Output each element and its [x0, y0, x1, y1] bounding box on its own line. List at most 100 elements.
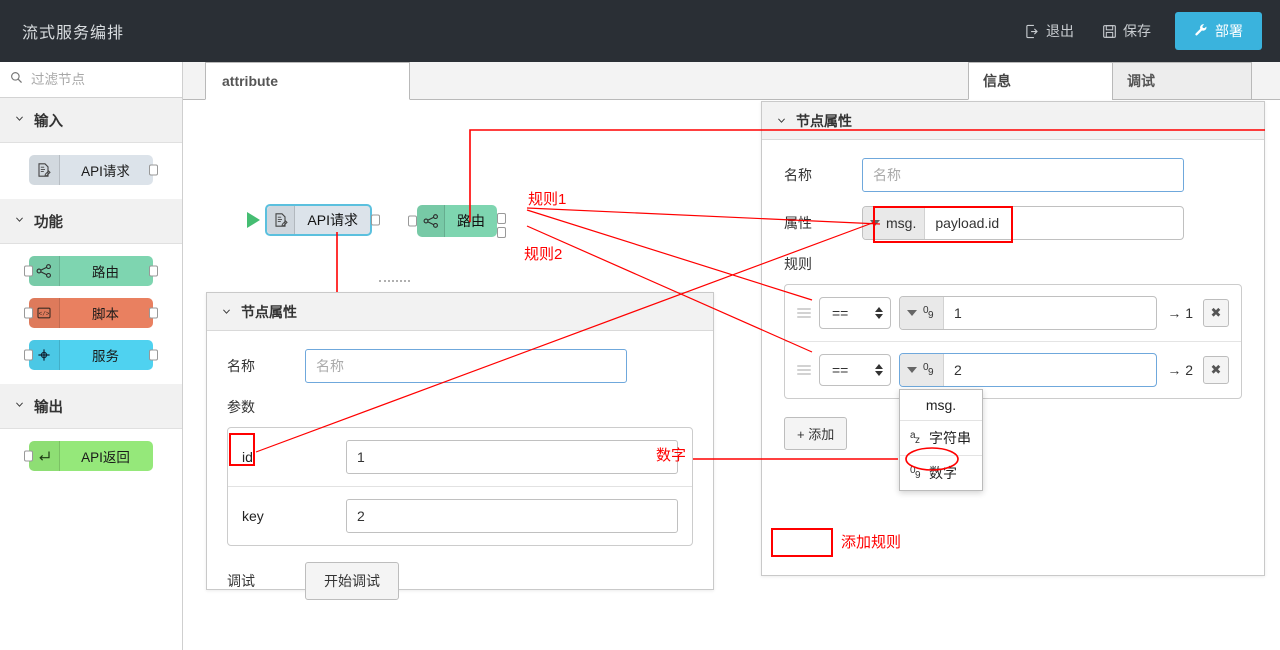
- category-label: 功能: [34, 214, 63, 231]
- flow-node-label: 路由: [457, 213, 485, 229]
- type-dropdown-menu[interactable]: msg. az 字符串 09 数字: [899, 389, 983, 491]
- left-name-row: 名称: [227, 349, 693, 383]
- param-value-key[interactable]: [346, 499, 678, 533]
- rule-value-input-1[interactable]: [944, 297, 1157, 329]
- filter-input[interactable]: [29, 71, 169, 88]
- sidebar-category-output[interactable]: 输出: [0, 384, 182, 429]
- left-name-label: 名称: [227, 358, 255, 374]
- spinner-icon: [875, 364, 883, 376]
- rule-value-input-2[interactable]: [944, 354, 1157, 386]
- rule-drag-handle[interactable]: [797, 365, 811, 375]
- left-params-label: 参数: [227, 399, 255, 415]
- sidebar-category-input-body: API请求: [0, 143, 182, 199]
- palette-node-api-response[interactable]: API返回: [24, 441, 153, 471]
- palette-node-label: 脚本: [92, 307, 119, 322]
- node-output-port[interactable]: [149, 307, 158, 319]
- floppy-disk-icon: [1102, 24, 1117, 39]
- palette-node-route[interactable]: 路由: [24, 256, 158, 286]
- rule-type-dropdown-1[interactable]: 09: [900, 297, 944, 329]
- property-typed-input[interactable]: msg.: [862, 206, 1184, 240]
- node-output-port-1[interactable]: [497, 213, 506, 224]
- tab-debug[interactable]: 调试: [1112, 62, 1252, 100]
- rule-delete-button-1[interactable]: ✖: [1203, 299, 1229, 327]
- node-output-port[interactable]: [149, 164, 158, 176]
- dropdown-item-number[interactable]: 09 数字: [900, 455, 982, 490]
- rules-box: == 09 → 1 ✖: [784, 284, 1242, 491]
- rule-value-typed-input-2[interactable]: 09 msg. az 字符串: [899, 353, 1158, 491]
- dropdown-item-string[interactable]: az 字符串: [900, 420, 982, 455]
- rule-value-typed-input-1[interactable]: 09: [899, 296, 1158, 330]
- search-icon: [10, 71, 23, 89]
- tab-attribute[interactable]: attribute: [205, 62, 410, 100]
- node-input-port[interactable]: [24, 307, 33, 319]
- filter-box[interactable]: [0, 62, 182, 98]
- right-panel-title: 节点属性: [796, 112, 852, 129]
- node-input-port[interactable]: [24, 349, 33, 361]
- code-icon: </>: [29, 298, 60, 328]
- save-label: 保存: [1123, 23, 1151, 39]
- number-type-icon: 09: [910, 465, 921, 481]
- sidebar-category-function[interactable]: 功能: [0, 199, 182, 244]
- deploy-button[interactable]: 部署: [1175, 12, 1262, 50]
- rule-operator-select-2[interactable]: ==: [819, 354, 891, 386]
- chevron-down-icon: [907, 367, 917, 373]
- right-name-input[interactable]: [862, 158, 1184, 192]
- rule-operator-label: ==: [832, 305, 849, 321]
- spinner-icon: [875, 307, 883, 319]
- rule-type-dropdown-2[interactable]: 09: [900, 354, 944, 386]
- sidebar-category-function-body: 路由 </> 脚本 服务: [0, 244, 182, 384]
- app-root: 流式服务编排 退出 保存 部署 过滤节点 输入 API请求 功能 路由 </> …: [0, 0, 1280, 650]
- node-output-port-2[interactable]: [497, 227, 506, 238]
- param-row-id: id: [228, 428, 692, 486]
- add-rule-button[interactable]: + 添加: [784, 417, 848, 450]
- rule-output-2: → 2: [1167, 362, 1193, 378]
- palette-node-label: 服务: [92, 349, 119, 364]
- dropdown-item-msg[interactable]: msg.: [900, 390, 982, 420]
- left-node-properties-panel: 节点属性 名称 参数 id key 调试 开始调试: [206, 292, 714, 600]
- right-name-label: 名称: [784, 167, 812, 183]
- chevron-down-icon: [870, 220, 880, 226]
- flow-node-api-request[interactable]: API请求: [247, 204, 380, 236]
- palette-node-label: 路由: [92, 265, 119, 280]
- header-actions: 退出 保存 部署: [1011, 12, 1280, 50]
- palette-node-service[interactable]: 服务: [24, 340, 158, 370]
- left-name-input[interactable]: [305, 349, 627, 383]
- exit-button[interactable]: 退出: [1011, 15, 1088, 47]
- param-row-key: key: [228, 486, 692, 545]
- exit-label: 退出: [1046, 23, 1074, 39]
- return-arrow-icon: [29, 441, 60, 471]
- property-value-input[interactable]: [925, 207, 1183, 239]
- rule-operator-select-1[interactable]: ==: [819, 297, 891, 329]
- sidebar-category-input[interactable]: 输入: [0, 98, 182, 143]
- node-output-port[interactable]: [149, 265, 158, 277]
- rule-drag-handle[interactable]: [797, 308, 811, 318]
- chevron-down-icon: [221, 304, 232, 320]
- property-type-dropdown[interactable]: msg.: [863, 207, 926, 239]
- save-button[interactable]: 保存: [1088, 15, 1165, 47]
- node-output-port[interactable]: [371, 214, 380, 226]
- exit-icon: [1025, 24, 1040, 39]
- node-run-icon[interactable]: [247, 212, 260, 228]
- left-panel-header[interactable]: 节点属性: [207, 293, 713, 331]
- chevron-down-icon: [907, 310, 917, 316]
- right-panel-header[interactable]: 节点属性: [762, 102, 1264, 140]
- node-input-port[interactable]: [408, 215, 417, 227]
- tab-info[interactable]: 信息: [968, 62, 1113, 100]
- rule-delete-button-2[interactable]: ✖: [1203, 356, 1229, 384]
- dropdown-item-label: 数字: [929, 465, 957, 481]
- palette-node-script[interactable]: </> 脚本: [24, 298, 158, 328]
- start-debug-button[interactable]: 开始调试: [305, 562, 399, 600]
- param-value-id[interactable]: [346, 440, 678, 474]
- node-input-port[interactable]: [24, 265, 33, 277]
- node-output-port[interactable]: [149, 349, 158, 361]
- number-type-icon: 09: [923, 362, 934, 378]
- palette-node-api-request[interactable]: API请求: [29, 155, 158, 185]
- left-debug-label: 调试: [227, 573, 255, 589]
- flow-node-route[interactable]: 路由: [408, 205, 506, 238]
- node-palette-sidebar: 输入 API请求 功能: [0, 62, 183, 650]
- right-property-label: 属性: [784, 215, 812, 231]
- svg-text:</>: </>: [39, 310, 50, 317]
- wrench-icon: [1194, 23, 1208, 40]
- number-type-icon: 09: [923, 305, 934, 321]
- node-input-port[interactable]: [24, 450, 33, 462]
